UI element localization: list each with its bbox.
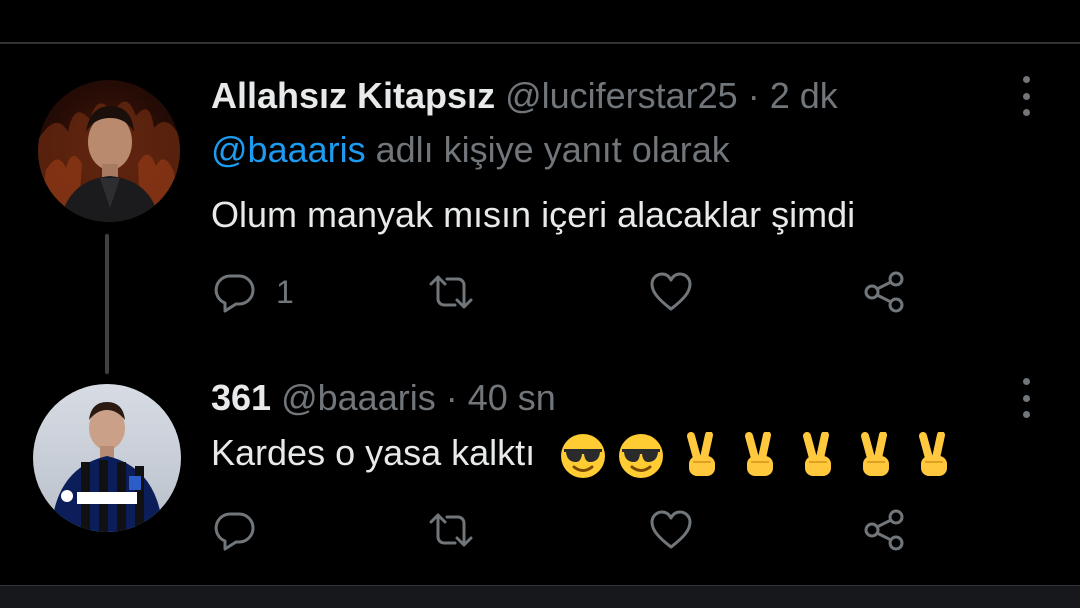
reply-button[interactable] [212, 506, 258, 554]
victory-hand-emoji [687, 432, 716, 477]
mention-link[interactable]: @baaaris [211, 129, 366, 170]
tweet-header: Allahsız Kitapsız @luciferstar25 · 2 dk [211, 74, 838, 118]
share-button[interactable] [862, 506, 908, 554]
share-icon [864, 271, 904, 313]
retweet-icon [429, 513, 473, 547]
tweet-actions [212, 506, 932, 554]
replying-to-label: adlı kişiye yanıt olarak [365, 129, 730, 170]
like-icon[interactable] [649, 0, 689, 12]
retweet-button[interactable] [428, 506, 474, 554]
separator: · [747, 75, 760, 116]
like-button[interactable] [648, 506, 694, 554]
retweet-icon[interactable] [433, 0, 473, 12]
reply-icon[interactable] [220, 0, 260, 12]
emoji-group [559, 431, 959, 480]
sunglasses-emoji [619, 434, 664, 479]
more-icon[interactable] [1014, 378, 1038, 418]
share-button[interactable] [862, 268, 908, 316]
more-icon[interactable] [1014, 76, 1038, 116]
reply-icon [214, 512, 255, 551]
like-button[interactable] [648, 268, 694, 316]
timestamp[interactable]: 2 dk [770, 75, 838, 116]
reply-count: 1 [276, 273, 294, 310]
retweet-button[interactable] [428, 268, 474, 316]
tweet-text: Olum manyak mısın içeri alacaklar şimdi [211, 194, 856, 235]
reply-button[interactable]: 1 [212, 268, 294, 316]
retweet-icon [429, 275, 473, 309]
replying-to: @baaaris adlı kişiye yanıt olarak [211, 128, 730, 172]
avatar-image [51, 402, 163, 532]
avatar[interactable] [33, 384, 181, 532]
timestamp[interactable]: 40 sn [468, 377, 556, 418]
tweet[interactable]: 361 @baaaris · 40 sn Kardes o yasa kalkt… [0, 374, 1080, 584]
like-icon [650, 272, 692, 311]
bottom-bar [0, 585, 1080, 608]
victory-hand-emoji [745, 432, 774, 477]
avatar[interactable] [38, 80, 180, 222]
previous-tweet-actions [0, 0, 1080, 14]
tweet-text: Kardes o yasa kalktı [211, 430, 959, 480]
tweet-actions: 1 [212, 268, 932, 316]
display-name[interactable]: 361 [211, 377, 271, 418]
user-handle[interactable]: @baaaris [281, 377, 436, 418]
timeline: Allahsız Kitapsız @luciferstar25 · 2 dk … [0, 0, 1080, 608]
tweet[interactable]: Allahsız Kitapsız @luciferstar25 · 2 dk … [0, 44, 1080, 374]
victory-hand-emoji [861, 432, 890, 477]
share-icon[interactable] [866, 0, 906, 12]
separator: · [445, 377, 458, 418]
victory-hand-emoji [803, 432, 832, 477]
like-icon [650, 510, 692, 549]
tweet-header: 361 @baaaris · 40 sn [211, 376, 556, 420]
user-handle[interactable]: @luciferstar25 [505, 75, 738, 116]
thread-connector [105, 234, 109, 374]
avatar-image [38, 101, 180, 222]
victory-hand-emoji [919, 432, 948, 477]
tweet-text-content: Kardes o yasa kalktı [211, 432, 536, 473]
reply-icon [214, 274, 255, 313]
share-icon [864, 509, 904, 551]
display-name[interactable]: Allahsız Kitapsız [211, 75, 495, 116]
sunglasses-emoji [561, 434, 606, 479]
